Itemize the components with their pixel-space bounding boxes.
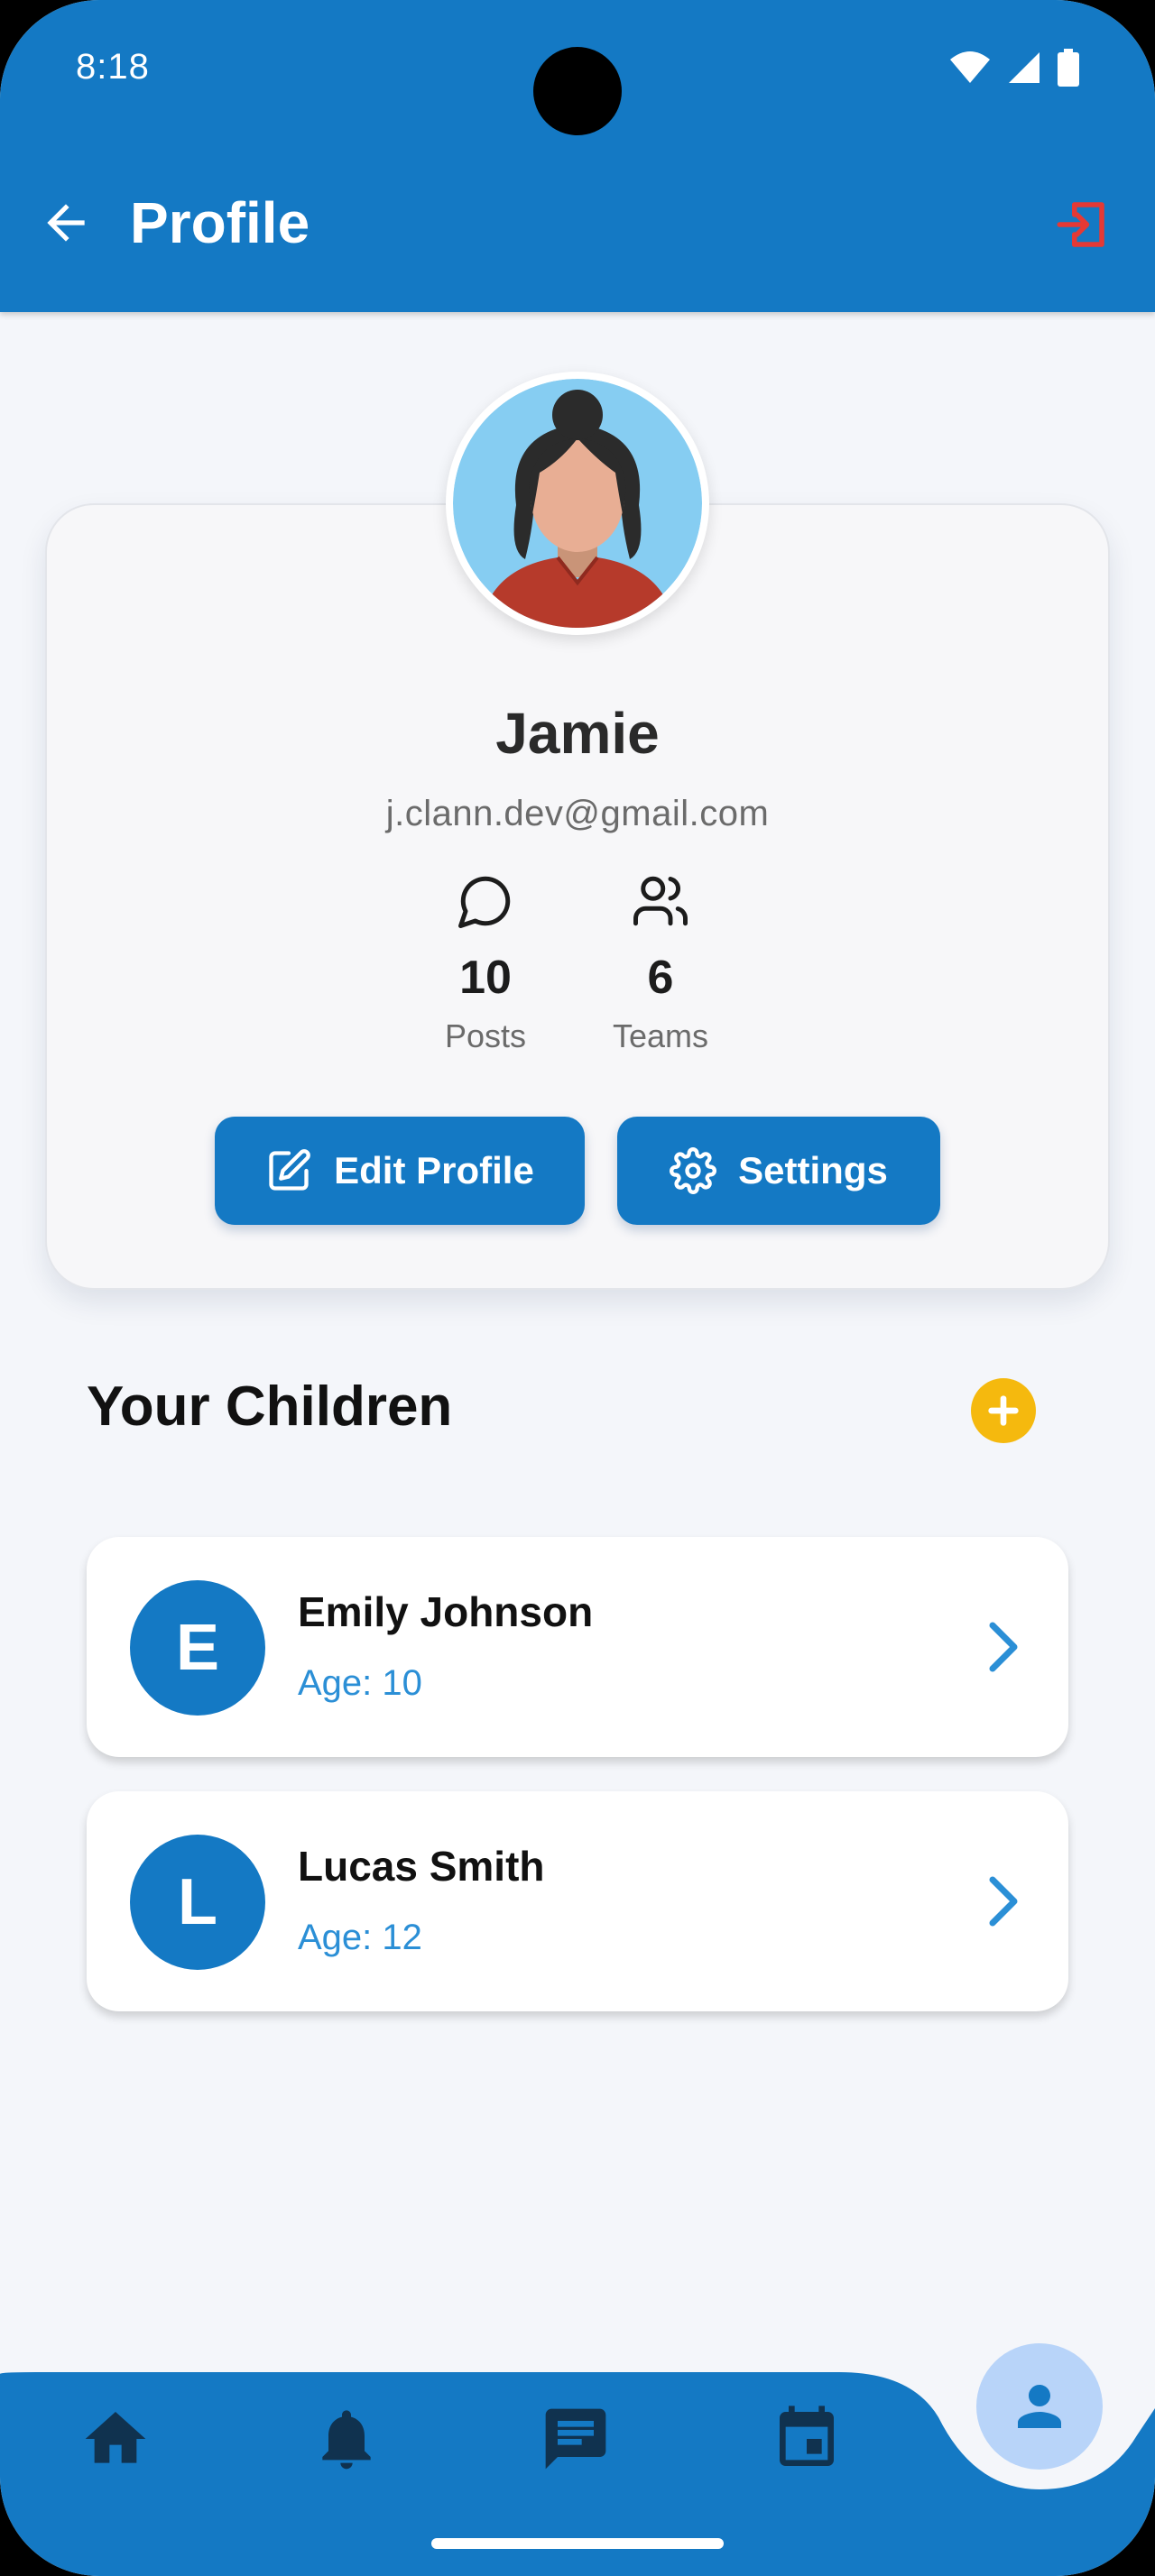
page-title: Profile bbox=[130, 190, 310, 255]
status-icons bbox=[949, 49, 1079, 87]
child-avatar: E bbox=[130, 1580, 265, 1716]
signal-icon bbox=[1009, 52, 1040, 83]
settings-button[interactable]: Settings bbox=[617, 1117, 940, 1225]
message-icon[interactable] bbox=[540, 2403, 612, 2475]
phone-screen: 8:18 Profile Jamie j.clann.dev@gmail.com… bbox=[0, 0, 1155, 2576]
children-section-title: Your Children bbox=[87, 1375, 453, 1438]
posts-label: Posts bbox=[444, 1017, 527, 1054]
settings-label: Settings bbox=[738, 1149, 888, 1191]
calendar-icon[interactable] bbox=[771, 2403, 843, 2475]
child-avatar: L bbox=[130, 1835, 265, 1970]
camera-cutout bbox=[533, 47, 622, 135]
stat-posts: 10 Posts bbox=[395, 871, 576, 1055]
add-child-button[interactable] bbox=[971, 1378, 1036, 1443]
bell-icon[interactable] bbox=[310, 2403, 383, 2475]
child-name: Lucas Smith bbox=[298, 1843, 545, 1890]
chat-bubble-icon bbox=[458, 876, 511, 928]
wifi-icon bbox=[950, 51, 990, 83]
home-indicator bbox=[431, 2538, 724, 2549]
chevron-right-icon bbox=[989, 1876, 1018, 1927]
teams-count: 6 bbox=[647, 952, 674, 1004]
app-bar: 8:18 Profile bbox=[0, 0, 1155, 312]
avatar-illustration bbox=[453, 379, 702, 628]
edit-profile-label: Edit Profile bbox=[334, 1149, 534, 1191]
profile-name: Jamie bbox=[495, 701, 660, 766]
battery-icon bbox=[1058, 49, 1079, 87]
chevron-right-icon bbox=[989, 1622, 1018, 1672]
back-arrow-icon[interactable] bbox=[38, 195, 94, 251]
child-name: Emily Johnson bbox=[298, 1588, 594, 1635]
child-age: Age: 12 bbox=[298, 1918, 422, 1957]
profile-nav-button[interactable] bbox=[976, 2343, 1103, 2470]
profile-email: j.clann.dev@gmail.com bbox=[385, 794, 770, 833]
plus-icon bbox=[988, 1395, 1019, 1426]
child-card-emily[interactable]: E Emily Johnson Age: 10 bbox=[87, 1537, 1068, 1757]
edit-icon bbox=[269, 1149, 310, 1191]
child-age: Age: 10 bbox=[298, 1663, 422, 1703]
teams-label: Teams bbox=[612, 1017, 709, 1054]
home-icon[interactable] bbox=[79, 2403, 152, 2475]
users-icon bbox=[633, 876, 688, 926]
status-time: 8:18 bbox=[76, 47, 150, 87]
posts-count: 10 bbox=[459, 952, 512, 1004]
profile-icon bbox=[1018, 2385, 1061, 2428]
child-card-lucas[interactable]: L Lucas Smith Age: 12 bbox=[87, 1791, 1068, 2011]
edit-profile-button[interactable]: Edit Profile bbox=[215, 1117, 585, 1225]
logout-icon[interactable] bbox=[1052, 195, 1112, 254]
gear-icon bbox=[670, 1147, 717, 1194]
stat-teams: 6 Teams bbox=[570, 871, 751, 1055]
avatar[interactable] bbox=[446, 372, 709, 635]
